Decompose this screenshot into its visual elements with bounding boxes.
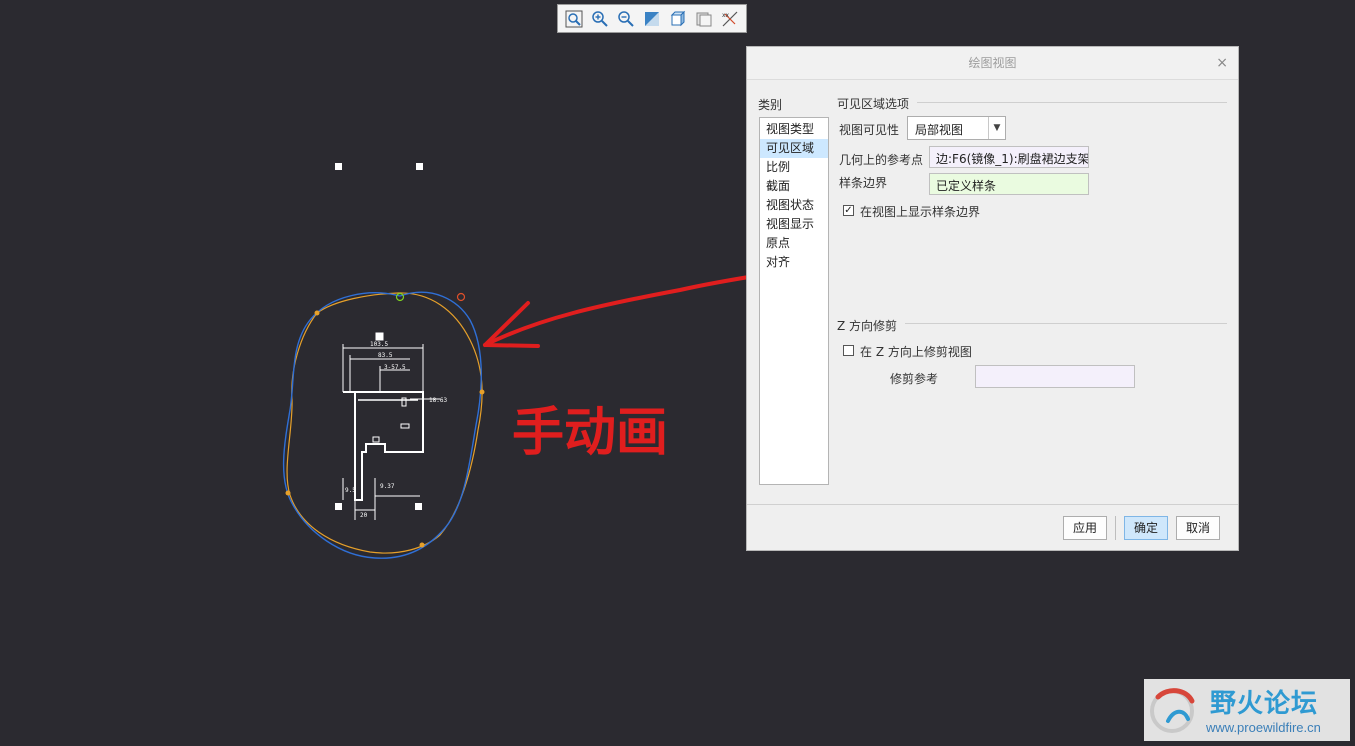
group-divider bbox=[917, 102, 1227, 103]
drawing-view-dialog: 绘图视图 × 类别 视图类型 可见区域 比例 截面 视图状态 视图显示 原点 对… bbox=[746, 46, 1239, 551]
detail-view-geometry bbox=[342, 332, 440, 520]
dimension-label: 83.5 bbox=[378, 352, 393, 359]
category-item-scale[interactable]: 比例 bbox=[760, 158, 828, 177]
visibility-label: 视图可见性 bbox=[839, 123, 900, 137]
dimension-label: 20 bbox=[360, 512, 368, 519]
dimension-label: 9.5 bbox=[345, 487, 356, 494]
show-spline-label: 在视图上显示样条边界 bbox=[860, 205, 981, 219]
category-item-visible-area[interactable]: 可见区域 bbox=[760, 139, 828, 158]
forum-logo-icon bbox=[1150, 688, 1195, 733]
zoom-fit-icon[interactable] bbox=[563, 8, 585, 30]
repaint-icon[interactable] bbox=[641, 8, 663, 30]
category-label: 类别 bbox=[758, 98, 783, 112]
button-separator bbox=[1115, 516, 1116, 540]
category-item-view-display[interactable]: 视图显示 bbox=[760, 215, 828, 234]
watermark: 野火论坛 www.proewildfire.cn bbox=[1144, 679, 1350, 741]
z-clip-group-title: Z 方向修剪 bbox=[837, 319, 898, 333]
ref-point-label: 几何上的参考点 bbox=[839, 153, 924, 167]
category-list[interactable]: 视图类型 可见区域 比例 截面 视图状态 视图显示 原点 对齐 bbox=[759, 117, 829, 485]
dimension-labels: 103.5 83.5 3-57.5 18.63 9.5 9.37 20 bbox=[345, 341, 447, 519]
spline-boundary-orange bbox=[286, 292, 483, 554]
category-item-section[interactable]: 截面 bbox=[760, 177, 828, 196]
spline-point[interactable] bbox=[395, 292, 405, 302]
clip-reference-field[interactable] bbox=[975, 365, 1135, 388]
dialog-title-bar[interactable]: 绘图视图 × bbox=[747, 47, 1238, 80]
dialog-title: 绘图视图 bbox=[968, 56, 1017, 70]
spline-boundary-field[interactable]: 已定义样条 bbox=[929, 173, 1089, 195]
dimension-label: 103.5 bbox=[370, 341, 388, 348]
spline-point[interactable] bbox=[285, 490, 291, 496]
svg-text:xx: xx bbox=[722, 12, 730, 19]
category-item-view-type[interactable]: 视图类型 bbox=[760, 120, 828, 139]
dimension-label: 9.37 bbox=[380, 483, 395, 490]
dimension-label: 3-57.5 bbox=[384, 364, 406, 371]
selection-handle[interactable] bbox=[335, 163, 342, 170]
spline-boundary-label: 样条边界 bbox=[839, 176, 888, 190]
ref-point-field[interactable]: 边:F6(镜像_1):刷盘裙边支架F bbox=[929, 146, 1089, 168]
group-divider bbox=[905, 323, 1227, 324]
handwritten-annotation: 手动画 bbox=[512, 403, 668, 463]
clip-reference-label: 修剪参考 bbox=[890, 372, 939, 386]
apply-button[interactable]: 应用 bbox=[1063, 516, 1107, 540]
saved-views-icon[interactable] bbox=[693, 8, 715, 30]
category-item-alignment[interactable]: 对齐 bbox=[760, 253, 828, 272]
spline-point[interactable] bbox=[419, 542, 425, 548]
show-spline-checkbox[interactable]: ✓ bbox=[843, 205, 854, 216]
display-style-icon[interactable] bbox=[667, 8, 689, 30]
datum-display-icon[interactable]: xx bbox=[719, 8, 741, 30]
zoom-in-icon[interactable] bbox=[589, 8, 611, 30]
spline-point[interactable] bbox=[479, 389, 485, 395]
visibility-select[interactable]: 局部视图 ▼ bbox=[907, 116, 1006, 140]
selection-handle[interactable] bbox=[415, 503, 422, 510]
selection-handle[interactable] bbox=[416, 163, 423, 170]
view-toolbar: xx bbox=[557, 4, 747, 33]
category-item-view-state[interactable]: 视图状态 bbox=[760, 196, 828, 215]
ok-button[interactable]: 确定 bbox=[1124, 516, 1168, 540]
watermark-url: www.proewildfire.cn bbox=[1206, 720, 1321, 735]
z-clip-checkbox[interactable] bbox=[843, 345, 854, 356]
cancel-button[interactable]: 取消 bbox=[1176, 516, 1220, 540]
z-clip-label: 在 Z 方向上修剪视图 bbox=[860, 345, 972, 359]
close-icon[interactable]: × bbox=[1216, 47, 1228, 79]
spline-point[interactable] bbox=[456, 292, 466, 302]
spline-boundary-blue bbox=[282, 291, 482, 559]
footer-divider bbox=[747, 504, 1238, 505]
visible-area-group-title: 可见区域选项 bbox=[837, 97, 910, 111]
category-item-origin[interactable]: 原点 bbox=[760, 234, 828, 253]
dimension-label: 18.63 bbox=[429, 397, 447, 404]
zoom-out-icon[interactable] bbox=[615, 8, 637, 30]
visibility-value: 局部视图 bbox=[915, 123, 964, 137]
chevron-down-icon[interactable]: ▼ bbox=[988, 117, 1005, 139]
spline-point[interactable] bbox=[314, 310, 320, 316]
selection-handle[interactable] bbox=[335, 503, 342, 510]
watermark-title: 野火论坛 bbox=[1210, 689, 1319, 719]
